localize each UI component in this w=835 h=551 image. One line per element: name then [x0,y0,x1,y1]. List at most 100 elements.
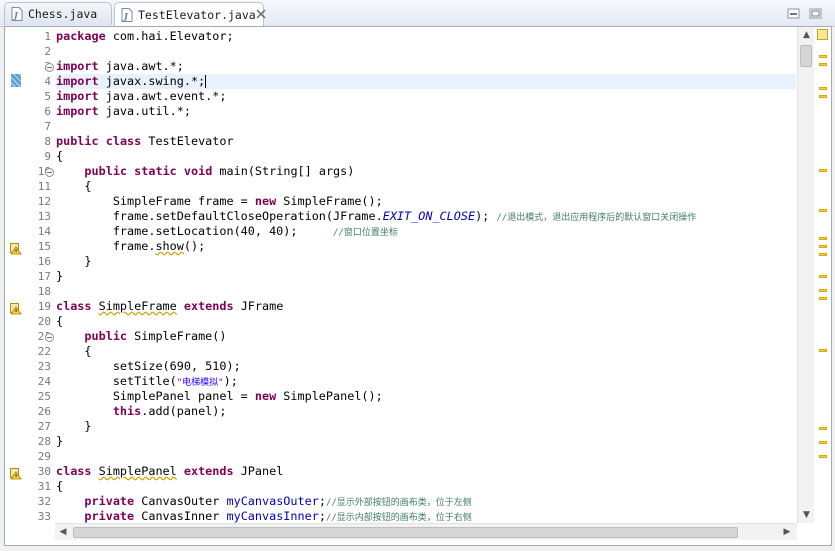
line-number: 22 [37,345,51,358]
overview-marker[interactable] [819,209,827,212]
vertical-scrollbar[interactable]: ▲ ▼ [797,27,814,523]
line-number: 15 [37,240,51,253]
overview-marker[interactable] [819,297,827,300]
line-number: 33 [37,510,51,523]
scroll-right-icon[interactable]: ▶ [779,524,795,540]
overview-marker[interactable] [819,427,827,430]
java-file-icon: J [11,7,23,21]
close-icon[interactable] [256,9,266,21]
line-number: 32 [37,495,51,508]
code-line: } [84,419,92,433]
line-number: 31 [37,480,51,493]
overview-marker[interactable] [819,275,827,278]
line-number: 12 [37,195,51,208]
code-line: frame.setLocation(40, 40); //窗口位置坐标 [112,224,398,238]
overview-marker[interactable] [819,87,827,90]
code-line: { [56,479,64,493]
code-line: SimplePanel panel = new SimplePanel(); [112,389,383,403]
overview-marker[interactable] [819,441,827,444]
code-line: public class TestElevator [56,134,234,148]
code-line: frame.setDefaultCloseOperation(JFrame.EX… [112,209,697,223]
code-line: { [84,179,92,193]
line-number: 19 [37,300,51,313]
code-line: private CanvasInner myCanvasInner;//显示内部… [84,509,472,523]
maximize-icon[interactable] [809,5,823,19]
line-number: 28 [37,435,51,448]
overview-marker[interactable] [819,289,827,292]
code-line: } [84,254,92,268]
line-number: 25 [37,390,51,403]
line-number-ruler: 1234567891011121314151617181920212223242… [27,27,55,523]
code-line: import java.awt.*; [56,59,184,73]
bookmark-marker [11,74,21,87]
code-line: import javax.swing.*; [56,74,207,88]
overview-marker[interactable] [819,55,827,58]
code-line: setSize(690, 510); [112,359,241,373]
overview-marker[interactable] [819,253,827,256]
fold-minus-icon[interactable] [45,333,54,342]
overview-marker[interactable] [819,63,827,66]
line-number: 30 [37,465,51,478]
code-line: } [56,269,64,283]
code-line: { [56,149,64,163]
java-file-icon: J [121,7,133,22]
code-line: { [56,314,64,328]
code-text-area[interactable]: package com.hai.Elevator; import java.aw… [56,27,796,523]
tab-label: TestElevator.java [138,7,256,22]
scroll-up-icon[interactable]: ▲ [798,27,815,43]
code-line: frame.show(); [112,239,206,253]
overview-ruler[interactable] [815,27,831,523]
overview-marker[interactable] [819,349,827,352]
code-line: class SimpleFrame extends JFrame [56,299,284,313]
code-editor[interactable]: 1234567891011121314151617181920212223242… [4,26,832,546]
overview-marker[interactable] [819,237,827,240]
overview-marker[interactable] [819,169,827,172]
line-number: 26 [37,405,51,418]
code-line: package com.hai.Elevator; [56,29,234,43]
tab-label: Chess.java [28,7,98,21]
annotation-ruler [5,27,27,523]
code-line: setTitle("电梯模拟"); [112,374,238,388]
code-line: public static void main(String[] args) [84,164,355,178]
code-line: import java.awt.event.*; [56,89,227,103]
horizontal-scroll-thumb[interactable] [73,527,738,538]
line-number: 5 [44,90,51,103]
line-number: 4 [44,75,51,88]
line-number: 18 [37,285,51,298]
warning-summary-icon[interactable] [817,29,828,40]
fold-minus-icon[interactable] [45,63,54,72]
line-number: 9 [44,150,51,163]
scroll-down-icon[interactable]: ▼ [798,507,815,523]
line-number: 20 [37,315,51,328]
overview-marker[interactable] [819,455,827,458]
horizontal-scrollbar[interactable]: ◀ ▶ [55,523,797,540]
line-number: 13 [37,210,51,223]
line-number: 23 [37,360,51,373]
line-number: 7 [44,120,51,133]
scroll-left-icon[interactable]: ◀ [55,524,71,540]
warning-icon[interactable] [10,240,22,255]
vertical-scroll-thumb[interactable] [800,45,812,67]
line-number: 14 [37,225,51,238]
line-number: 16 [37,255,51,268]
warning-icon[interactable] [10,465,22,480]
line-number: 24 [37,375,51,388]
line-number: 2 [44,45,51,58]
line-number: 27 [37,420,51,433]
editor-tab-bar: J Chess.java J TestElevator.java [0,0,835,27]
code-line: SimpleFrame frame = new SimpleFrame(); [112,194,383,208]
overview-marker[interactable] [819,95,827,98]
code-line: } [56,434,64,448]
line-number: 17 [37,270,51,283]
line-number: 6 [44,105,51,118]
warning-icon[interactable] [10,300,22,315]
line-number: 29 [37,450,51,463]
fold-minus-icon[interactable] [45,168,54,177]
tab-chess-java[interactable]: J Chess.java [4,2,112,25]
overview-marker[interactable] [819,245,827,248]
code-line: import java.util.*; [56,104,191,118]
line-number: 8 [44,135,51,148]
tab-testelevator-java[interactable]: J TestElevator.java [114,2,266,26]
minimize-icon[interactable] [787,5,801,19]
line-number: 1 [44,30,51,43]
